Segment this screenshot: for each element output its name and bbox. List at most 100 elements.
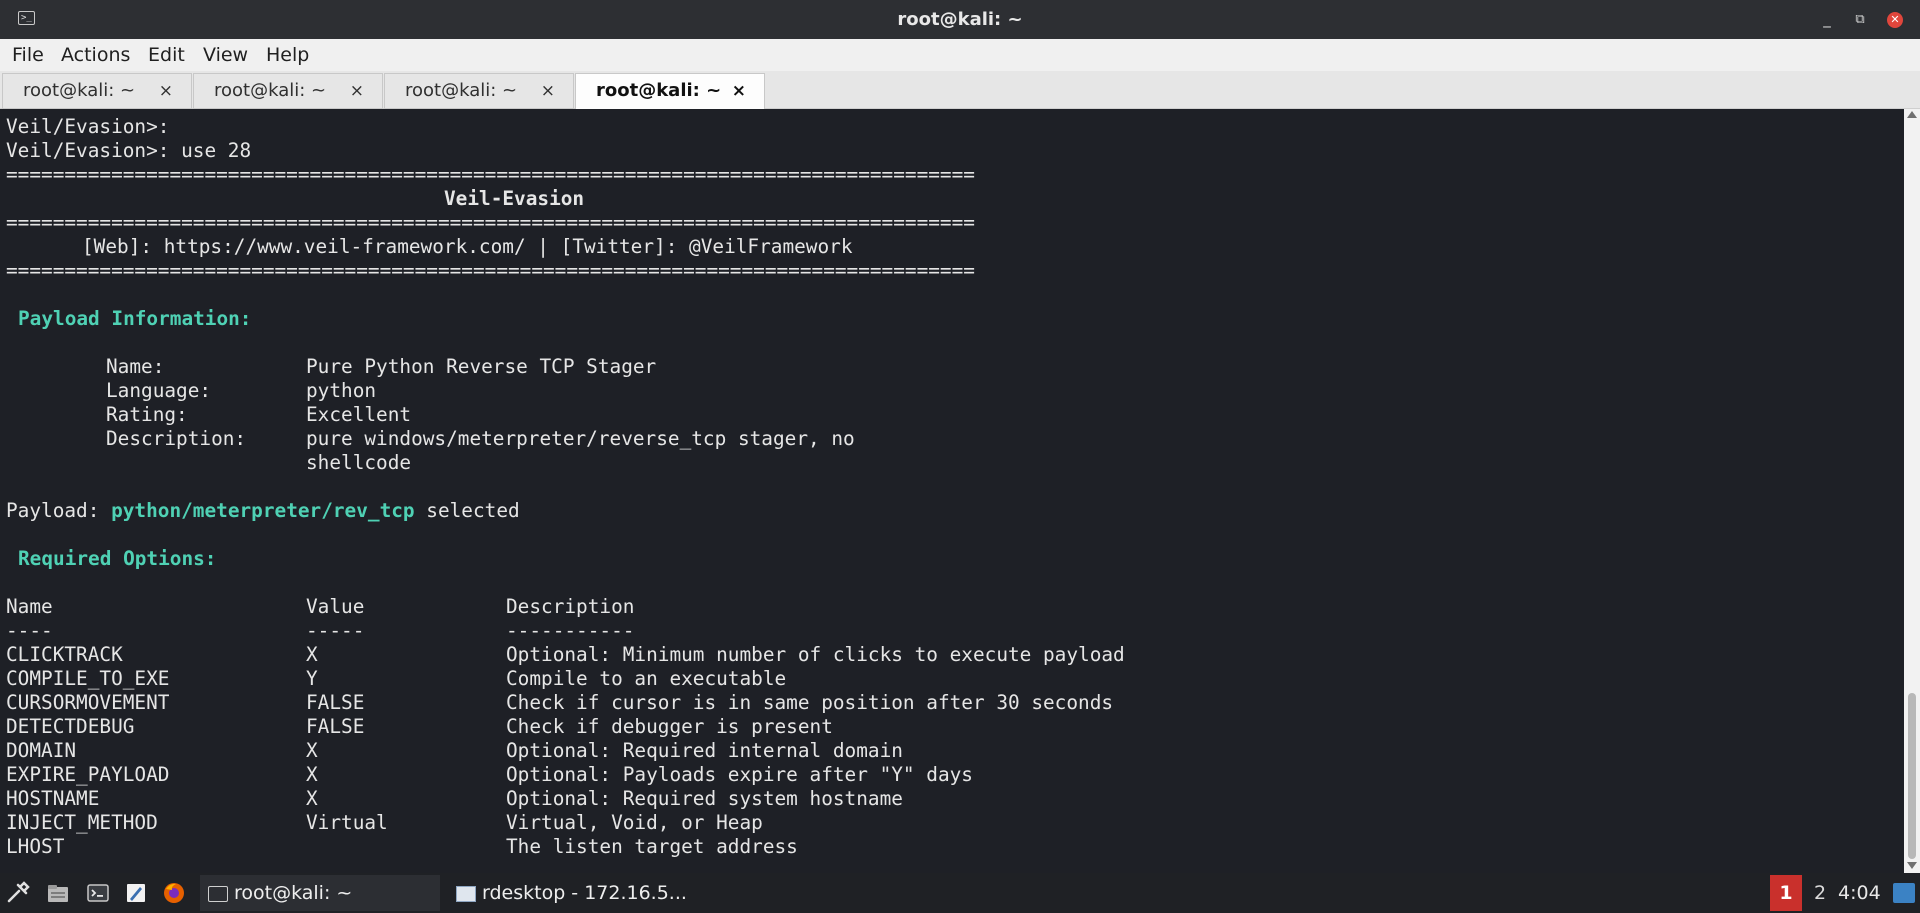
column-underline: -----	[306, 619, 365, 642]
scroll-up-arrow-icon[interactable]	[1907, 111, 1917, 118]
close-icon: ✕	[1887, 11, 1903, 28]
scroll-down-arrow-icon[interactable]	[1907, 862, 1917, 869]
option-value: FALSE	[306, 715, 365, 738]
payload-suffix: selected	[414, 499, 520, 522]
column-header-value: Value	[306, 595, 365, 618]
window-title: root@kali: ~	[897, 9, 1023, 30]
option-name: CURSORMOVEMENT	[6, 691, 170, 714]
option-value: X	[306, 763, 318, 786]
terminal-command-line: Veil/Evasion>: use 28	[6, 139, 252, 162]
task-label: rdesktop - 172.16.5...	[482, 882, 687, 904]
option-description: Compile to an executable	[506, 667, 787, 690]
option-name: EXPIRE_PAYLOAD	[6, 763, 170, 786]
tab-close-icon[interactable]: ×	[159, 74, 173, 108]
payload-prefix: Payload:	[6, 499, 112, 522]
option-description: The listen target address	[506, 835, 798, 858]
column-header-name: Name	[6, 595, 53, 618]
banner-links: [Web]: https://www.veil-framework.com/ |…	[82, 235, 853, 258]
window-titlebar: >_ root@kali: ~ _ ⧉ ✕	[0, 0, 1920, 39]
payload-selected-line: Payload: python/meterpreter/rev_tcp sele…	[6, 499, 520, 523]
terminal-launcher-icon[interactable]	[86, 881, 110, 905]
firefox-icon[interactable]	[162, 881, 186, 905]
tab-terminal-1[interactable]: root@kali: ~ ×	[2, 73, 192, 109]
close-window-button[interactable]: ✕	[1880, 0, 1910, 39]
option-value: X	[306, 643, 318, 666]
tab-label: root@kali: ~	[23, 80, 136, 101]
workspace-1-button[interactable]: 1	[1770, 875, 1802, 911]
option-description: Optional: Required internal domain	[506, 739, 903, 762]
info-value: python	[306, 379, 377, 402]
show-desktop-icon[interactable]	[1893, 883, 1915, 903]
rdesktop-task-icon	[456, 885, 476, 902]
tab-label: root@kali: ~	[596, 80, 722, 101]
tab-label: root@kali: ~	[214, 80, 327, 101]
menu-file[interactable]: File	[12, 39, 44, 71]
task-label: root@kali: ~	[234, 882, 353, 904]
column-underline: -----------	[506, 619, 635, 642]
required-options-heading: Required Options:	[18, 547, 217, 570]
column-underline: ----	[6, 619, 53, 642]
option-description: Check if debugger is present	[506, 715, 833, 738]
info-value: pure windows/meterpreter/reverse_tcp sta…	[306, 427, 855, 450]
task-terminal[interactable]: root@kali: ~	[200, 875, 440, 911]
payload-name: python/meterpreter/rev_tcp	[111, 499, 415, 522]
taskbar: root@kali: ~ rdesktop - 172.16.5... 1 2 …	[0, 873, 1920, 913]
workspace-2-button[interactable]: 2	[1810, 875, 1830, 911]
option-value: Virtual	[306, 811, 388, 834]
task-rdesktop[interactable]: rdesktop - 172.16.5...	[454, 875, 694, 911]
tab-bar: root@kali: ~ × root@kali: ~ × root@kali:…	[0, 71, 1920, 110]
tab-terminal-2[interactable]: root@kali: ~ ×	[193, 73, 383, 109]
menu-bar: File Actions Edit View Help	[0, 39, 1920, 71]
info-value: Excellent	[306, 403, 412, 426]
option-description: Optional: Payloads expire after "Y" days	[506, 763, 973, 786]
file-manager-icon[interactable]	[46, 881, 70, 905]
scrollbar-thumb[interactable]	[1908, 693, 1916, 859]
option-name: INJECT_METHOD	[6, 811, 158, 834]
menu-help[interactable]: Help	[266, 39, 309, 71]
info-key: Name:	[106, 355, 165, 378]
option-description: Optional: Required system hostname	[506, 787, 903, 810]
terminal-output[interactable]: Veil/Evasion>: Veil/Evasion>: use 28 ===…	[0, 109, 1904, 873]
kali-menu-icon[interactable]	[6, 881, 30, 905]
info-value-continued: shellcode	[306, 451, 412, 474]
terminal-prompt-line: Veil/Evasion>:	[6, 115, 170, 138]
menu-view[interactable]: View	[203, 39, 248, 71]
column-header-description: Description	[506, 595, 635, 618]
separator-line: ========================================…	[6, 259, 975, 282]
option-value: X	[306, 739, 318, 762]
separator-line: ========================================…	[6, 211, 975, 234]
option-description: Virtual, Void, or Heap	[506, 811, 763, 834]
option-value: Y	[306, 667, 318, 690]
tab-close-icon[interactable]: ×	[732, 74, 746, 108]
tab-terminal-3[interactable]: root@kali: ~ ×	[384, 73, 574, 109]
option-value: X	[306, 787, 318, 810]
option-description: Check if cursor is in same position afte…	[506, 691, 1114, 714]
info-key: Description:	[106, 427, 247, 450]
info-value: Pure Python Reverse TCP Stager	[306, 355, 657, 378]
menu-edit[interactable]: Edit	[148, 39, 185, 71]
tab-close-icon[interactable]: ×	[541, 74, 555, 108]
text-editor-icon[interactable]	[124, 881, 148, 905]
tab-label: root@kali: ~	[405, 80, 518, 101]
tab-terminal-4-active[interactable]: root@kali: ~ ×	[575, 73, 765, 110]
terminal-task-icon	[208, 885, 228, 902]
option-name: LHOST	[6, 835, 65, 858]
option-name: DOMAIN	[6, 739, 77, 762]
info-key: Language:	[106, 379, 212, 402]
maximize-button[interactable]: ⧉	[1845, 0, 1875, 39]
info-key: Rating:	[106, 403, 188, 426]
menu-actions[interactable]: Actions	[61, 39, 130, 71]
option-value: FALSE	[306, 691, 365, 714]
option-name: DETECTDEBUG	[6, 715, 135, 738]
minimize-button[interactable]: _	[1812, 0, 1842, 39]
option-name: HOSTNAME	[6, 787, 100, 810]
option-name: CLICKTRACK	[6, 643, 123, 666]
terminal-scrollbar[interactable]	[1904, 109, 1920, 873]
separator-line: ========================================…	[6, 163, 975, 186]
option-name: COMPILE_TO_EXE	[6, 667, 170, 690]
clock[interactable]: 4:04	[1838, 875, 1881, 911]
tab-close-icon[interactable]: ×	[350, 74, 364, 108]
banner-title: Veil-Evasion	[444, 187, 585, 210]
option-description: Optional: Minimum number of clicks to ex…	[506, 643, 1125, 666]
payload-info-heading: Payload Information:	[18, 307, 252, 330]
